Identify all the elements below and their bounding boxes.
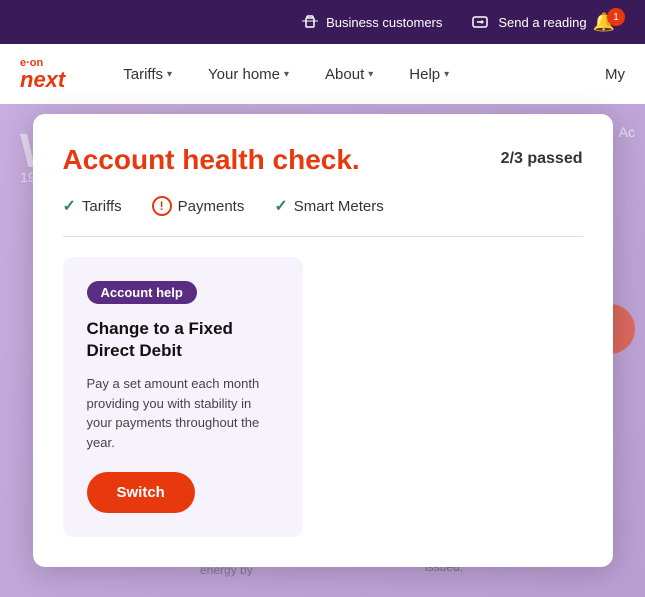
payments-check-label: Payments: [178, 198, 245, 215]
send-reading-label: Send a reading: [498, 15, 586, 30]
health-check-modal: Account health check. 2/3 passed ✓ Tarif…: [33, 114, 613, 567]
business-customers-link[interactable]: Business customers: [300, 12, 442, 32]
switch-button[interactable]: Switch: [87, 472, 195, 513]
modal-divider: [63, 236, 583, 237]
modal-title: Account health check.: [63, 144, 360, 176]
tariffs-label: Tariffs: [123, 66, 163, 83]
help-chevron-icon: ▾: [444, 69, 449, 80]
smart-meters-pass-icon: ✓: [274, 196, 287, 216]
nav-about[interactable]: About ▾: [317, 62, 381, 87]
tariffs-chevron-icon: ▾: [167, 69, 172, 80]
card-description: Pay a set amount each month providing yo…: [87, 374, 279, 452]
account-help-badge: Account help: [87, 281, 197, 304]
about-chevron-icon: ▾: [368, 69, 373, 80]
check-tariffs: ✓ Tariffs: [63, 196, 122, 216]
my-label: My: [605, 66, 625, 83]
payments-warn-icon: !: [152, 196, 172, 216]
nav-help[interactable]: Help ▾: [401, 62, 457, 87]
modal-overlay: Account health check. 2/3 passed ✓ Tarif…: [0, 104, 645, 597]
meter-icon: [472, 12, 492, 32]
check-smart-meters: ✓ Smart Meters: [274, 196, 383, 216]
send-reading-link[interactable]: Send a reading 🔔 1: [472, 12, 625, 33]
your-home-label: Your home: [208, 66, 280, 83]
smart-meters-check-label: Smart Meters: [294, 198, 384, 215]
modal-passed-count: 2/3 passed: [501, 150, 583, 168]
top-bar: Business customers Send a reading 🔔 1: [0, 0, 645, 44]
tariffs-check-label: Tariffs: [82, 198, 122, 215]
notification-badge: 1: [607, 8, 625, 26]
nav-my[interactable]: My: [605, 66, 625, 83]
business-customers-label: Business customers: [326, 15, 442, 30]
logo-next-text: next: [20, 69, 65, 91]
eon-logo[interactable]: e·on next: [20, 58, 65, 91]
about-label: About: [325, 66, 364, 83]
nav-your-home[interactable]: Your home ▾: [200, 62, 297, 87]
card-title: Change to a Fixed Direct Debit: [87, 318, 279, 362]
check-items-row: ✓ Tariffs ! Payments ✓ Smart Meters: [63, 196, 583, 216]
your-home-chevron-icon: ▾: [284, 69, 289, 80]
tariffs-pass-icon: ✓: [63, 196, 76, 216]
check-payments: ! Payments: [152, 196, 245, 216]
nav-tariffs[interactable]: Tariffs ▾: [115, 62, 180, 87]
briefcase-icon: [300, 12, 320, 32]
nav-bar: e·on next Tariffs ▾ Your home ▾ About ▾ …: [0, 44, 645, 104]
help-label: Help: [409, 66, 440, 83]
help-card: Account help Change to a Fixed Direct De…: [63, 257, 303, 537]
modal-header: Account health check. 2/3 passed: [63, 144, 583, 176]
